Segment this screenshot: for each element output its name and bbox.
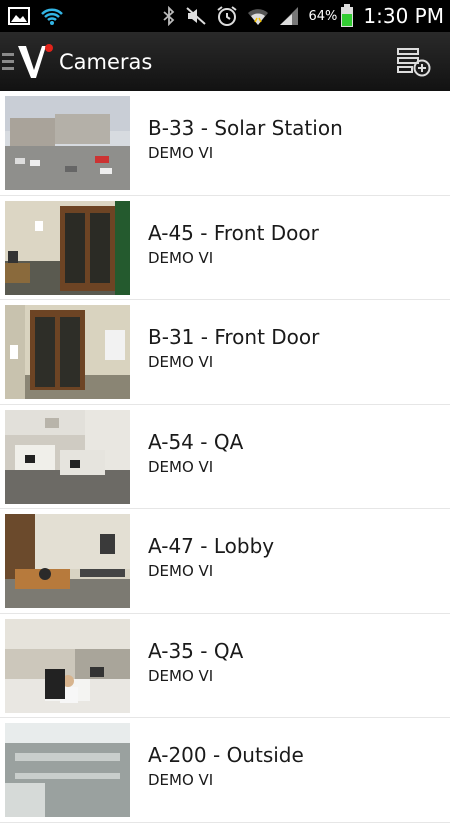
camera-thumbnail <box>5 305 130 399</box>
mute-icon <box>185 6 207 26</box>
camera-name: A-54 - QA <box>148 429 244 454</box>
clock: 1:30 PM <box>363 4 444 28</box>
camera-row[interactable]: B-31 - Front Door DEMO VI <box>0 300 450 405</box>
camera-site: DEMO VI <box>148 144 214 162</box>
camera-row[interactable]: A-54 - QA DEMO VI <box>0 405 450 509</box>
bluetooth-icon <box>162 6 176 26</box>
camera-row[interactable]: A-200 - Outside DEMO VI <box>0 718 450 823</box>
action-bar: Cameras <box>0 32 450 91</box>
cell-signal-icon <box>278 6 300 26</box>
add-camera-button[interactable] <box>396 44 432 80</box>
alarm-icon <box>216 5 238 27</box>
camera-site: DEMO VI <box>148 666 214 685</box>
camera-row[interactable]: A-47 - Lobby DEMO VI <box>0 509 450 614</box>
status-bar: 64% 1:30 PM <box>0 0 450 32</box>
camera-name: B-31 - Front Door <box>148 325 320 349</box>
sync-wifi-notification-icon <box>40 5 64 27</box>
camera-name: B-33 - Solar Station <box>148 116 343 140</box>
camera-thumbnail <box>5 618 130 713</box>
camera-site: DEMO VI <box>148 353 214 371</box>
camera-name: A-200 - Outside <box>148 743 304 767</box>
gallery-notification-icon <box>8 7 30 25</box>
camera-site: DEMO VI <box>148 562 214 580</box>
camera-row[interactable]: B-33 - Solar Station DEMO VI <box>0 91 450 196</box>
camera-name: A-45 - Front Door <box>148 220 319 245</box>
camera-site: DEMO VI <box>148 771 214 789</box>
wifi-signal-icon <box>247 6 269 26</box>
camera-list: B-33 - Solar Station DEMO VI A-45 - Fron… <box>0 91 450 823</box>
camera-site: DEMO VI <box>148 457 214 476</box>
app-logo[interactable] <box>16 40 56 84</box>
drawer-menu-icon[interactable] <box>2 53 14 70</box>
camera-site: DEMO VI <box>148 248 214 267</box>
camera-thumbnail <box>5 514 130 608</box>
camera-thumbnail <box>5 723 130 817</box>
camera-thumbnail <box>5 409 130 504</box>
camera-name: A-47 - Lobby <box>148 534 275 558</box>
camera-thumbnail <box>5 200 130 295</box>
page-title: Cameras <box>59 49 153 74</box>
battery-percent: 64% <box>308 8 338 24</box>
camera-name: A-35 - QA <box>148 638 244 663</box>
camera-row[interactable]: A-45 - Front Door DEMO VI <box>0 196 450 300</box>
camera-row[interactable]: A-35 - QA DEMO VI <box>0 614 450 718</box>
battery-icon <box>340 4 354 28</box>
camera-thumbnail <box>5 96 130 190</box>
add-list-icon <box>397 47 431 76</box>
